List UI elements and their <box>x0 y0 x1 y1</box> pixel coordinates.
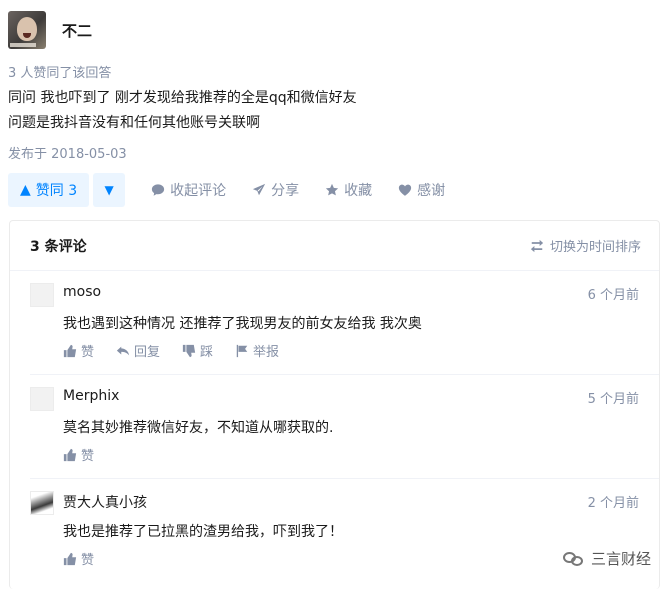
favorite-button[interactable]: 收藏 <box>325 180 372 200</box>
comment-avatar[interactable] <box>30 491 54 515</box>
collapse-comments-label: 收起评论 <box>170 183 227 199</box>
report-label: 举报 <box>253 345 280 360</box>
reply-label: 回复 <box>134 345 161 360</box>
answer-line: 问题是我抖音没有和任何其他账号关联啊 <box>8 115 260 131</box>
watermark-text: 三言财经 <box>590 550 651 568</box>
thanks-button[interactable]: 感谢 <box>398 180 445 200</box>
like-button[interactable]: 赞 <box>63 341 94 360</box>
dislike-label: 踩 <box>200 345 214 360</box>
report-button[interactable]: 举报 <box>235 341 279 360</box>
sort-toggle-label: 切换为时间排序 <box>549 240 641 255</box>
heart-icon <box>399 184 412 196</box>
comment-time: 6 个月前 <box>587 288 639 303</box>
comment-actions: 赞 <box>63 445 94 464</box>
comment-avatar[interactable] <box>30 283 54 307</box>
comment-text: 莫名其妙推荐微信好友，不知道从哪获取的. <box>63 420 334 436</box>
thanks-label: 感谢 <box>417 183 446 199</box>
comment-text: 我也是推荐了已拉黑的渣男给我，吓到我了！ <box>63 524 343 540</box>
comments-panel: 3 条评论 切换为时间排序 moso 6 个月前 我也遇到这种情况 还推荐了我现… <box>9 220 660 589</box>
thumbs-up-icon <box>63 552 77 565</box>
comment-avatar[interactable] <box>30 387 54 411</box>
comment-item: Merphix 5 个月前 莫名其妙推荐微信好友，不知道从哪获取的. 赞 <box>30 375 659 479</box>
collapse-comments-button[interactable]: 收起评论 <box>151 180 226 200</box>
like-label: 赞 <box>81 449 95 464</box>
comment-author[interactable]: 贾大人真小孩 <box>63 492 147 512</box>
comment-time: 2 个月前 <box>587 496 639 511</box>
comments-count: 3 条评论 <box>30 238 87 255</box>
like-label: 赞 <box>81 553 95 568</box>
comment-time: 5 个月前 <box>587 392 639 407</box>
reply-button[interactable]: 回复 <box>116 341 160 360</box>
sort-toggle-button[interactable]: 切换为时间排序 <box>530 236 641 255</box>
vote-up-label: 赞同 3 <box>35 183 78 199</box>
share-button[interactable]: 分享 <box>252 180 299 200</box>
author-avatar[interactable] <box>8 11 46 49</box>
wechat-logo-icon <box>562 550 585 568</box>
comment-icon <box>152 184 165 196</box>
switch-icon <box>530 239 544 252</box>
watermark: 三言财经 <box>562 548 651 569</box>
vote-down-button[interactable]: ▼ <box>93 173 126 207</box>
dislike-button[interactable]: 踩 <box>182 341 213 360</box>
voters-count[interactable]: 3 人赞同了该回答 <box>8 62 111 81</box>
share-label: 分享 <box>271 183 300 199</box>
vote-up-button[interactable]: ▲ 赞同 3 <box>8 173 90 207</box>
publish-date[interactable]: 发布于 2018-05-03 <box>8 143 127 162</box>
comment-actions: 赞 回复 踩 举报 <box>63 341 279 360</box>
comment-text: 我也遇到这种情况 还推荐了我现男友的前女友给我 我次奥 <box>63 316 422 332</box>
flag-icon <box>236 344 248 357</box>
star-icon <box>326 183 339 196</box>
comment-item: moso 6 个月前 我也遇到这种情况 还推荐了我现男友的前女友给我 我次奥 赞… <box>30 271 659 375</box>
thumbs-down-icon <box>182 344 196 357</box>
author-name[interactable]: 不二 <box>62 20 92 41</box>
like-button[interactable]: 赞 <box>63 549 94 568</box>
answer-line: 同问 我也吓到了 刚才发现给我推荐的全是qq和微信好友 <box>8 90 357 106</box>
share-icon <box>253 183 266 196</box>
answer-actions: ▲ 赞同 3 ▼ 收起评论 分享 收藏 感谢 <box>8 173 445 207</box>
comment-actions: 赞 <box>63 549 94 568</box>
comment-author[interactable]: moso <box>63 284 101 300</box>
answer-content: 同问 我也吓到了 刚才发现给我推荐的全是qq和微信好友 问题是我抖音没有和任何其… <box>8 86 357 136</box>
comment-author[interactable]: Merphix <box>63 388 119 404</box>
like-button[interactable]: 赞 <box>63 445 94 464</box>
thumbs-up-icon <box>63 448 77 461</box>
comments-header: 3 条评论 切换为时间排序 <box>10 221 659 271</box>
thumbs-up-icon <box>63 344 77 357</box>
reply-icon <box>116 346 130 355</box>
like-label: 赞 <box>81 345 95 360</box>
triangle-up-icon: ▲ <box>20 182 31 198</box>
triangle-down-icon: ▼ <box>104 183 114 197</box>
favorite-label: 收藏 <box>344 183 373 199</box>
answer-author: 不二 <box>8 11 92 49</box>
